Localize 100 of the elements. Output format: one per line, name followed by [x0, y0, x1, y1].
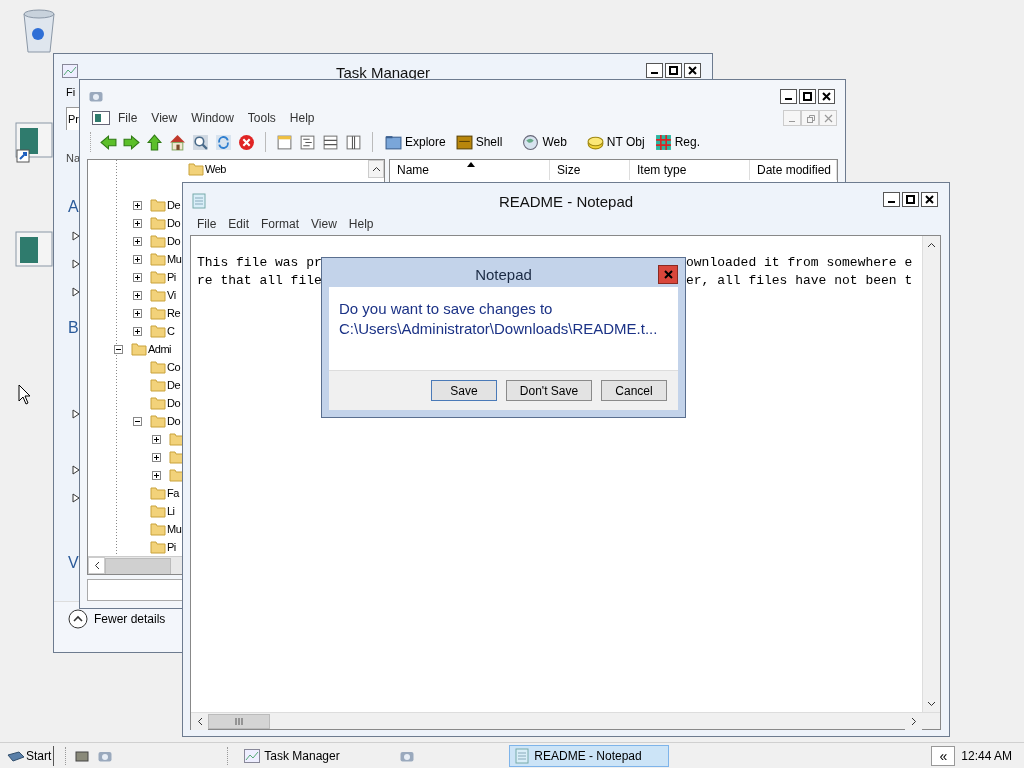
expand-icon[interactable] [133, 200, 142, 210]
folder-icon [150, 503, 166, 519]
expand-icon[interactable] [152, 470, 161, 480]
menu-item[interactable]: Tools [241, 111, 282, 125]
expand-icon[interactable] [133, 218, 142, 228]
maximize-button[interactable] [665, 63, 682, 78]
expand-icon[interactable] [152, 434, 161, 444]
refresh-icon[interactable] [215, 133, 232, 151]
tree-item[interactable]: Re [167, 307, 181, 319]
tree-item[interactable]: Admi [148, 343, 172, 355]
fewer-details-link[interactable]: Fewer details [68, 609, 166, 629]
stop-icon[interactable] [238, 133, 255, 151]
back-icon[interactable] [100, 133, 117, 151]
tree-item[interactable]: C [167, 325, 175, 337]
expand-arrow-icon[interactable] [72, 231, 80, 241]
expand-icon[interactable] [133, 326, 142, 336]
restore-button[interactable] [801, 110, 819, 126]
dialog-button[interactable]: Save [431, 380, 497, 401]
menu-item[interactable]: Fi [66, 86, 76, 98]
toolbar-button[interactable]: Shell [453, 132, 505, 152]
maximize-button[interactable] [902, 192, 919, 207]
tree-item[interactable]: De [167, 199, 181, 211]
menu-item[interactable]: View [145, 111, 184, 125]
tree-item[interactable]: Li [167, 505, 175, 517]
minimize-button[interactable] [780, 89, 797, 104]
tree-item[interactable]: Do [167, 235, 181, 247]
show-hidden-icons-button[interactable]: « [931, 746, 956, 766]
collapse-icon[interactable] [114, 344, 123, 354]
expand-icon[interactable] [133, 308, 142, 318]
clock: 12:44 AM [961, 749, 1012, 763]
menu-item[interactable]: Help [342, 217, 380, 231]
up-icon[interactable] [146, 133, 163, 151]
tree-item[interactable]: Vi [167, 289, 176, 301]
scrollbar-thumb[interactable] [105, 558, 171, 574]
close-icon [822, 92, 831, 101]
column-header[interactable]: Na [66, 152, 81, 164]
recycle-bin-icon[interactable] [20, 8, 58, 54]
collapse-icon[interactable] [133, 416, 142, 426]
tree-item[interactable]: Do [167, 217, 181, 229]
menu-item[interactable]: Window [185, 111, 240, 125]
expand-arrow-icon[interactable] [72, 465, 80, 475]
column-header[interactable]: Size [550, 160, 630, 180]
tree-item[interactable]: Fa [167, 487, 179, 499]
toolbar-button[interactable]: Explore [383, 132, 448, 152]
toolbox-icon[interactable] [75, 750, 90, 762]
tree-item[interactable]: Pi [167, 541, 176, 553]
expand-icon[interactable] [133, 236, 142, 246]
tree-item[interactable]: Co [167, 361, 181, 373]
expand-icon[interactable] [133, 272, 142, 282]
toolbar-button[interactable]: Reg. [652, 132, 702, 152]
tree-item[interactable]: Pi [167, 271, 176, 283]
expand-arrow-icon[interactable] [72, 259, 80, 269]
maximize-button[interactable] [799, 89, 816, 104]
column-header[interactable]: Name [390, 160, 550, 180]
forward-icon[interactable] [123, 133, 140, 151]
tree-item[interactable]: Do [167, 415, 181, 427]
toolbar-button[interactable]: Web [520, 132, 569, 152]
expand-icon[interactable] [133, 290, 142, 300]
expand-arrow-icon[interactable] [72, 409, 80, 419]
toolbar-button[interactable]: NT Obj [584, 132, 647, 152]
tree-item[interactable]: De [167, 379, 181, 391]
dialog-button[interactable]: Don't Save [506, 380, 592, 401]
menu-item[interactable]: File [112, 111, 144, 125]
dialog-button[interactable]: Cancel [601, 380, 667, 401]
menu-item[interactable]: Format [255, 217, 306, 231]
cascade-icon[interactable] [299, 133, 316, 151]
minimize-button[interactable] [883, 192, 900, 207]
minimize-icon [789, 121, 795, 122]
expand-arrow-icon[interactable] [72, 287, 80, 297]
group-header: A [68, 198, 79, 216]
menu-item[interactable]: Help [283, 111, 321, 125]
taskbar-button[interactable]: README - Notepad [509, 745, 670, 767]
tile-vertical-icon[interactable] [345, 133, 362, 151]
menu-item[interactable]: Edit [222, 217, 256, 231]
home-icon[interactable] [169, 133, 186, 151]
tree-item[interactable]: Web [205, 163, 226, 175]
scrollbar-thumb[interactable] [208, 713, 270, 729]
start-button[interactable]: Start [7, 746, 55, 766]
tree-item[interactable]: Mu [167, 253, 182, 265]
expand-icon[interactable] [152, 452, 161, 462]
app-icon[interactable] [15, 231, 53, 267]
scroll-left-button[interactable] [88, 557, 105, 574]
shortcut-icon[interactable] [15, 122, 53, 164]
tree-item[interactable]: Mu [167, 523, 182, 535]
expand-icon[interactable] [133, 254, 142, 264]
menu-item[interactable]: File [191, 217, 223, 231]
column-header[interactable]: Item type [630, 160, 750, 180]
column-header[interactable]: Date modified [750, 160, 837, 180]
menu-item[interactable]: View [305, 217, 343, 231]
taskbar-button[interactable]: Task Manager [239, 745, 370, 767]
close-button[interactable] [921, 192, 938, 207]
minimize-button[interactable] [646, 63, 663, 78]
expand-arrow-icon[interactable] [72, 493, 80, 503]
close-button[interactable] [818, 89, 835, 104]
close-button[interactable] [684, 63, 701, 78]
tree-item[interactable]: Do [167, 397, 181, 409]
search-icon[interactable] [192, 133, 209, 151]
tab[interactable]: Pr [66, 107, 79, 130]
scroll-up-button[interactable] [368, 160, 384, 178]
tile-horizontal-icon[interactable] [322, 133, 339, 151]
